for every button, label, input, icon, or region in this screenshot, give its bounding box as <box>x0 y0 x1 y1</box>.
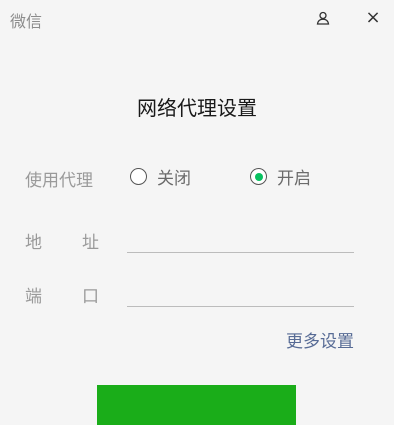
close-button[interactable]: × <box>358 4 388 32</box>
address-label-char-1: 地 <box>25 233 42 253</box>
port-label: 端 口 <box>25 282 99 307</box>
radio-unselected-icon <box>130 168 147 185</box>
port-label-char-2: 口 <box>82 287 99 307</box>
title-bar: 微信 × <box>0 0 394 38</box>
user-icon <box>316 11 330 25</box>
use-proxy-label: 使用代理 <box>25 171 93 191</box>
confirm-button[interactable] <box>97 385 296 425</box>
dialog-title: 网络代理设置 <box>137 96 257 120</box>
app-title: 微信 <box>10 12 43 31</box>
more-settings-link[interactable]: 更多设置 <box>286 327 354 352</box>
close-icon: × <box>365 7 381 28</box>
radio-proxy-off[interactable]: 关闭 <box>130 164 191 189</box>
address-label-char-2: 址 <box>82 233 99 253</box>
radio-dot <box>254 172 263 181</box>
address-input[interactable] <box>127 226 354 253</box>
radio-selected-icon <box>250 168 267 185</box>
port-label-char-1: 端 <box>25 287 42 307</box>
address-label: 地 址 <box>25 228 99 253</box>
radio-off-label: 关闭 <box>157 169 191 189</box>
radio-on-label: 开启 <box>277 169 311 189</box>
user-button[interactable] <box>308 4 338 32</box>
radio-proxy-on[interactable]: 开启 <box>250 164 311 189</box>
port-input[interactable] <box>127 280 354 307</box>
